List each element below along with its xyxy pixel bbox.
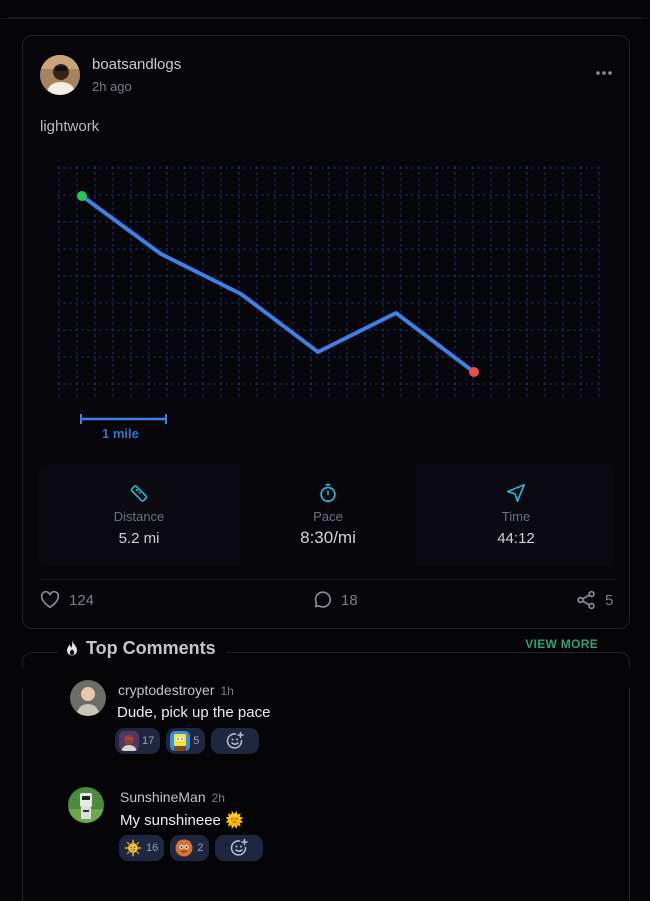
share-icon xyxy=(577,590,595,610)
like-count: 124 xyxy=(69,591,95,609)
cookie-face-emoji-icon xyxy=(175,839,193,857)
fire-icon xyxy=(67,640,77,656)
top-comments-title: Top Comments xyxy=(86,637,216,658)
scale-bar-line xyxy=(80,414,167,424)
scale-bar-label: 1 mile xyxy=(102,426,139,441)
reaction-count: 17 xyxy=(142,735,155,747)
add-emoji-icon xyxy=(231,838,249,856)
pace-stat: Pace 8:30/mi xyxy=(239,464,417,566)
more-options-button[interactable] xyxy=(593,62,615,84)
route-line xyxy=(80,194,476,374)
reaction-chip[interactable]: 16 xyxy=(119,835,165,861)
commenter-username: SunshineMan xyxy=(120,789,206,805)
commenter-username: cryptodestroyer xyxy=(118,682,215,698)
ruler-icon xyxy=(130,485,148,502)
comment-text: Dude, pick up the pace xyxy=(117,704,271,721)
commenter-name[interactable]: SunshineMan 2h xyxy=(120,789,225,805)
cartoon-sponge-emoji-icon xyxy=(170,731,191,751)
distance-label: Distance xyxy=(113,509,165,524)
user-avatar[interactable] xyxy=(40,55,80,95)
start-marker xyxy=(77,191,87,201)
share-button[interactable]: 5 xyxy=(575,589,613,611)
activity-stats: Distance 5.2 mi Pace 8:30/mi Time 44:12 xyxy=(39,464,615,566)
reaction-chip[interactable]: 2 xyxy=(170,835,210,861)
post-username[interactable]: boatsandlogs xyxy=(92,56,181,73)
reaction-count: 16 xyxy=(146,842,159,854)
navigation-arrow-icon xyxy=(506,483,526,503)
post-caption: lightwork xyxy=(40,118,100,135)
add-reaction-button[interactable] xyxy=(211,728,260,754)
map-grid xyxy=(57,166,600,400)
top-comments-panel xyxy=(22,652,630,901)
reaction-count: 5 xyxy=(193,735,200,747)
ellipsis-icon xyxy=(596,71,612,75)
post-timestamp: 2h ago xyxy=(92,79,132,94)
stopwatch-icon xyxy=(320,483,336,503)
comment-text: My sunshineee 🌞 xyxy=(120,812,244,829)
card-divider xyxy=(39,579,615,580)
commenter-avatar[interactable] xyxy=(70,680,106,716)
top-comments-header: Top Comments xyxy=(58,634,226,662)
pace-label: Pace xyxy=(313,509,343,524)
view-more-link[interactable]: VIEW MORE xyxy=(525,637,598,651)
commenter-avatar[interactable] xyxy=(68,787,104,823)
activity-post-card: boatsandlogs 2h ago lightwork 1 mile Dis… xyxy=(22,35,630,629)
comment-reactions: 17 5 xyxy=(115,728,260,754)
reaction-chip[interactable]: 17 xyxy=(115,728,161,754)
time-value: 44:12 xyxy=(497,530,535,547)
previous-post-edge xyxy=(0,0,650,19)
reaction-count: 2 xyxy=(197,842,204,854)
share-count: 5 xyxy=(605,591,614,609)
distance-value: 5.2 mi xyxy=(118,530,160,547)
commenter-name[interactable]: cryptodestroyer 1h xyxy=(118,682,234,698)
add-emoji-icon xyxy=(227,731,245,749)
person-emoji-icon xyxy=(119,731,139,751)
heart-icon xyxy=(40,590,60,609)
end-marker xyxy=(469,367,479,377)
route-map[interactable] xyxy=(39,154,601,404)
comment-count: 18 xyxy=(341,591,358,609)
time-label: Time xyxy=(501,509,531,524)
time-stat: Time 44:12 xyxy=(417,464,615,566)
distance-stat: Distance 5.2 mi xyxy=(39,464,239,566)
comment-time: 1h xyxy=(220,684,234,698)
comment-button[interactable]: 18 xyxy=(311,589,358,611)
reaction-chip[interactable]: 5 xyxy=(166,728,206,754)
like-button[interactable]: 124 xyxy=(39,589,94,611)
sun-emoji-icon xyxy=(124,839,142,857)
speech-bubble-icon xyxy=(314,591,332,608)
pace-value: 8:30/mi xyxy=(300,528,356,547)
comment-reactions: 16 2 xyxy=(119,835,264,861)
comment-time: 2h xyxy=(211,791,225,805)
add-reaction-button[interactable] xyxy=(215,835,264,861)
